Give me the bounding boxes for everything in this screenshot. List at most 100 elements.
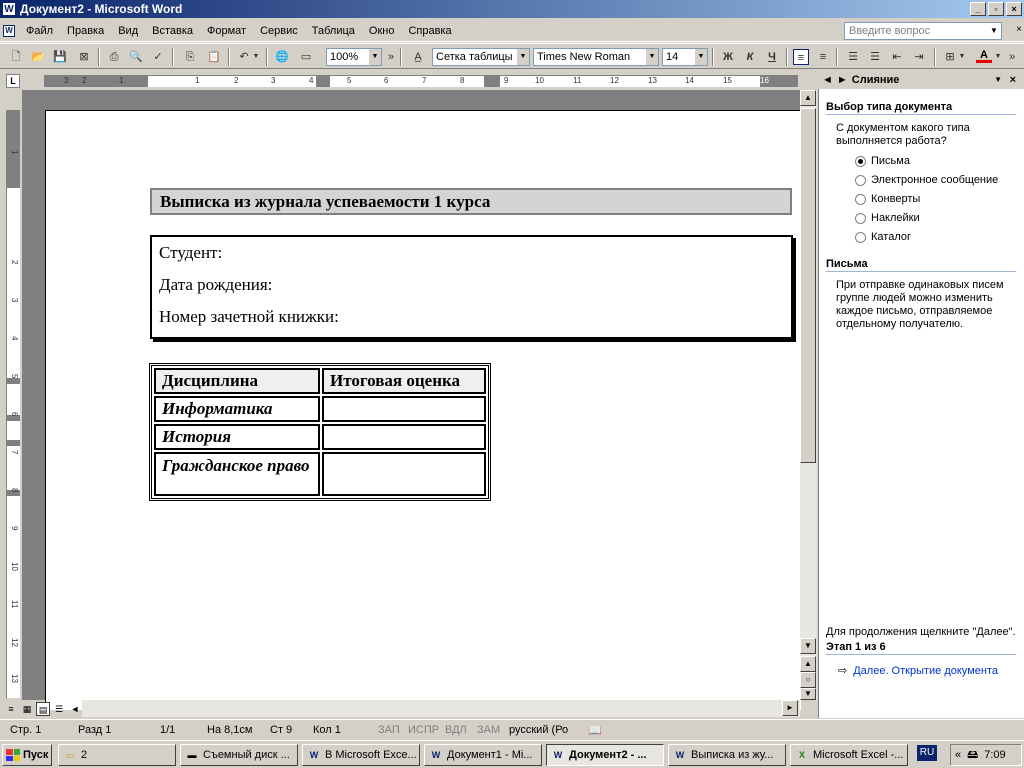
web-view-icon[interactable]: ▦: [20, 702, 34, 716]
taskbar-item-doc2[interactable]: W Документ2 - ...: [546, 744, 664, 766]
radio-icon[interactable]: [855, 174, 866, 186]
scroll-left-icon[interactable]: ◄: [68, 702, 82, 716]
print-view-icon[interactable]: ▤: [36, 701, 50, 716]
menu-edit[interactable]: Правка: [60, 25, 111, 37]
start-button[interactable]: Пуск: [2, 744, 52, 766]
chevron-down-icon[interactable]: ▼: [987, 23, 1001, 39]
vertical-scrollbar[interactable]: ▲ ▼ ▲ ○ ▼: [800, 90, 817, 700]
horizontal-scrollbar[interactable]: ►: [82, 700, 800, 717]
option-labels[interactable]: Наклейки: [855, 212, 920, 224]
menu-window[interactable]: Окно: [362, 25, 402, 37]
style-select[interactable]: Сетка таблицы ▼: [432, 48, 530, 66]
status-extend[interactable]: ВДЛ: [445, 724, 467, 736]
radio-icon[interactable]: [855, 193, 866, 205]
table-cell[interactable]: [322, 452, 486, 496]
menu-help[interactable]: Справка: [401, 25, 458, 37]
close-button[interactable]: ×: [1006, 2, 1022, 16]
increase-indent-icon[interactable]: ⇥: [911, 49, 927, 65]
document-heading[interactable]: Выписка из журнала успеваемости 1 курса: [150, 188, 792, 215]
grades-table[interactable]: Дисциплина Итоговая оценка Информатика И…: [149, 363, 491, 501]
font-select[interactable]: Times New Roman ▼: [533, 48, 659, 66]
normal-view-icon[interactable]: ≡: [4, 702, 18, 716]
chevron-down-icon[interactable]: ▼: [517, 49, 529, 65]
status-overtype[interactable]: ЗАМ: [477, 724, 500, 736]
taskbar-item-folder[interactable]: ▭ 2: [58, 744, 176, 766]
zoom-select[interactable]: 100% ▼: [326, 48, 382, 66]
spelling-status-icon[interactable]: 📖: [588, 724, 602, 737]
maximize-button[interactable]: ▫: [988, 2, 1004, 16]
task-pane-menu-icon[interactable]: ▼: [994, 75, 1002, 84]
horizontal-ruler[interactable]: 3 2 1 1 2 3 4 5 6 7 8 9 10 11 12 13 14 1…: [44, 75, 798, 87]
font-size-select[interactable]: 14 ▼: [662, 48, 708, 66]
tray-expand-icon[interactable]: «: [955, 749, 961, 761]
table-header-discipline[interactable]: Дисциплина: [154, 368, 320, 394]
task-pane-close-icon[interactable]: ×: [1010, 74, 1016, 86]
radio-icon[interactable]: [855, 231, 866, 243]
toolbar-options-icon[interactable]: »: [386, 49, 396, 65]
scroll-down-icon[interactable]: ▼: [800, 638, 816, 654]
taskbar-item-removable-disk[interactable]: ▬ Съемный диск ...: [180, 744, 298, 766]
safely-remove-icon[interactable]: 🖴: [967, 746, 978, 765]
italic-button[interactable]: К: [742, 49, 758, 65]
taskbar-item-excel[interactable]: X Microsoft Excel -...: [790, 744, 908, 766]
hyperlink-icon[interactable]: 🌐: [274, 49, 290, 65]
next-link[interactable]: ⇨ Далее. Открытие документа: [838, 664, 998, 678]
table-cell[interactable]: [322, 424, 486, 450]
status-record[interactable]: ЗАП: [378, 724, 400, 736]
taskbar-item-doc1[interactable]: W Документ1 - Mi...: [424, 744, 542, 766]
taskbar-item-extract[interactable]: W Выписка из жу...: [668, 744, 786, 766]
radio-selected-icon[interactable]: [855, 155, 866, 167]
clock[interactable]: 7:09: [984, 749, 1005, 761]
table-cell[interactable]: Информатика: [154, 396, 320, 422]
next-page-icon[interactable]: ▼: [800, 688, 816, 700]
paste-icon[interactable]: 📋: [206, 49, 222, 65]
underline-button[interactable]: Ч: [764, 49, 780, 65]
undo-dropdown-icon[interactable]: ▼: [252, 49, 260, 65]
spelling-icon[interactable]: ✓: [150, 49, 166, 65]
scroll-right-icon[interactable]: ►: [782, 700, 798, 716]
save-icon[interactable]: 💾: [52, 49, 68, 65]
undo-icon[interactable]: ↶: [236, 49, 252, 65]
option-email[interactable]: Электронное сообщение: [855, 174, 998, 186]
document-icon[interactable]: W: [3, 24, 15, 37]
bullets-icon[interactable]: ☰: [867, 49, 883, 65]
previous-page-icon[interactable]: ▲: [800, 656, 816, 672]
permission-icon[interactable]: ⊠: [76, 49, 92, 65]
back-arrow-icon[interactable]: ◄: [822, 74, 833, 86]
menu-file[interactable]: Файл: [19, 25, 60, 37]
print-preview-icon[interactable]: 🔍: [128, 49, 144, 65]
menu-format[interactable]: Формат: [200, 25, 253, 37]
new-document-icon[interactable]: 🗋: [8, 49, 24, 65]
borders-dropdown-icon[interactable]: ▼: [958, 49, 966, 65]
student-info-box[interactable]: Студент: Дата рождения: Номер зачетной к…: [150, 235, 793, 339]
tables-borders-icon[interactable]: ▭: [298, 49, 314, 65]
next-link-text[interactable]: Далее. Открытие документа: [853, 665, 998, 677]
copy-icon[interactable]: ⎘: [182, 49, 198, 65]
option-catalog[interactable]: Каталог: [855, 231, 911, 243]
browse-object-icon[interactable]: ○: [800, 672, 816, 688]
table-cell[interactable]: [322, 396, 486, 422]
numbering-icon[interactable]: ☰: [845, 49, 861, 65]
table-header-grade[interactable]: Итоговая оценка: [322, 368, 486, 394]
vertical-scroll-thumb[interactable]: [800, 108, 816, 463]
option-envelopes[interactable]: Конверты: [855, 193, 920, 205]
table-cell[interactable]: История: [154, 424, 320, 450]
open-folder-icon[interactable]: 📂: [30, 49, 46, 65]
chevron-down-icon[interactable]: ▼: [646, 49, 658, 65]
menu-table[interactable]: Таблица: [305, 25, 362, 37]
align-left-icon[interactable]: ≡: [793, 49, 809, 65]
menu-insert[interactable]: Вставка: [145, 25, 200, 37]
language-indicator[interactable]: RU: [917, 745, 937, 761]
bold-button[interactable]: Ж: [720, 49, 736, 65]
radio-icon[interactable]: [855, 212, 866, 224]
taskbar-item-word-excel[interactable]: W В Microsoft Exce...: [302, 744, 420, 766]
tab-selector[interactable]: L: [6, 74, 20, 88]
font-color-icon[interactable]: A: [976, 49, 992, 63]
minimize-button[interactable]: _: [970, 2, 986, 16]
font-color-dropdown-icon[interactable]: ▼: [994, 49, 1002, 65]
chevron-down-icon[interactable]: ▼: [369, 49, 381, 65]
menu-tools[interactable]: Сервис: [253, 25, 305, 37]
ask-question-input[interactable]: Введите вопрос ▼: [844, 22, 1002, 40]
toolbar-more-icon[interactable]: »: [1006, 49, 1018, 65]
chevron-down-icon[interactable]: ▼: [695, 49, 707, 65]
